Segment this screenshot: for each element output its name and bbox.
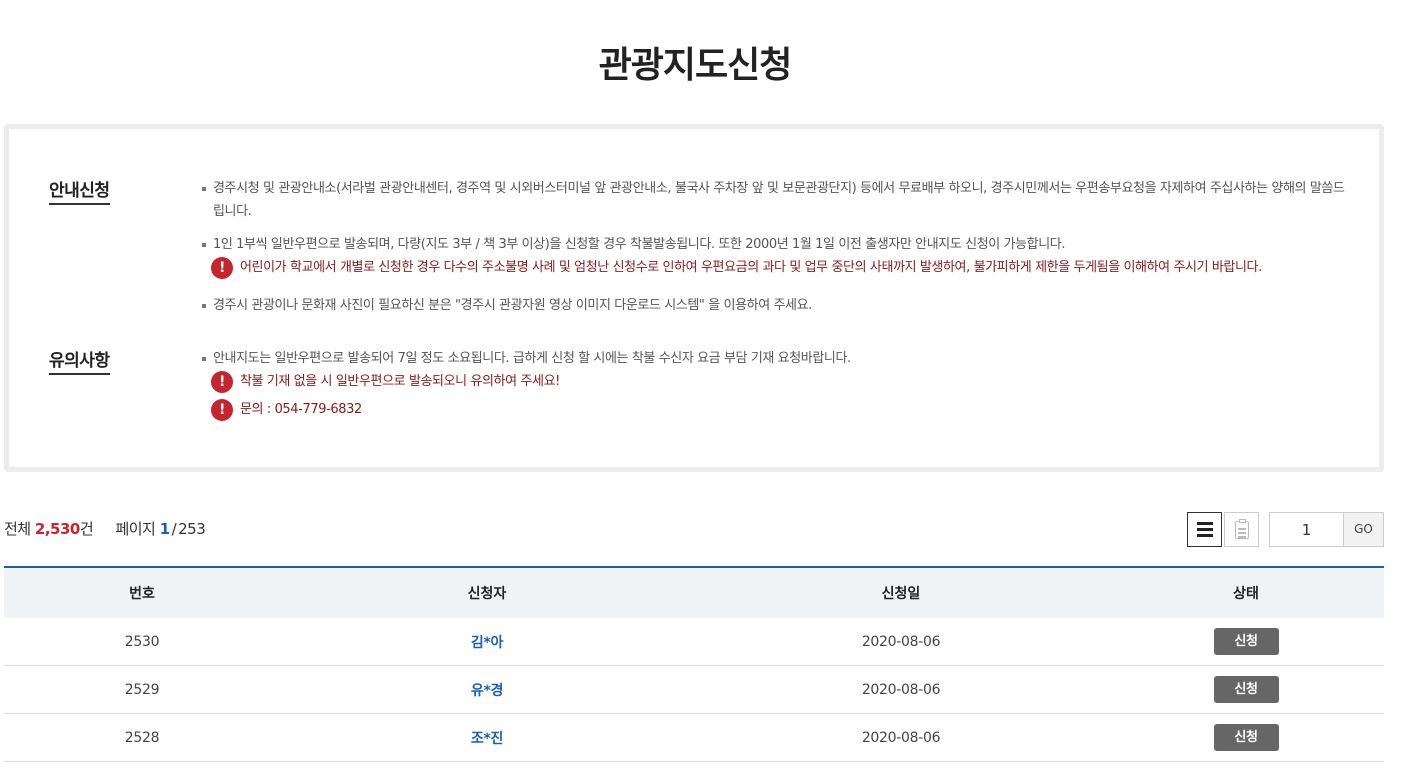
row-number: 2528 (124, 729, 160, 746)
col-header-status: 상태 (1233, 586, 1259, 602)
section-label-caution: 유의사항 (49, 346, 110, 375)
col-header-date: 신청일 (881, 586, 921, 602)
warning-text: 어린이가 학교에서 개별로 신청한 경우 다수의 주소불명 사례 및 엄청난 신… (240, 260, 1262, 275)
contact-text: 문의 : 054-779-6832 (240, 402, 362, 417)
contact-notice: ! 문의 : 054-779-6832 (211, 399, 362, 421)
page-label: 페이지 (115, 520, 156, 538)
list-summary: 전체 2,530건 페이지 1/253 (4, 520, 206, 538)
notice-bullet: 1인 1부씩 일반우편으로 발송되며, 다량(지도 3부 / 책 3부 이상)을… (199, 233, 1349, 256)
notice-bullet: 경주시청 및 관광안내소(서라벌 관광안내센터, 경주역 및 시외버스터미널 앞… (199, 177, 1349, 223)
row-number: 2530 (124, 633, 160, 650)
col-header-applicant: 신청자 (467, 586, 507, 602)
status-badge: 신청 (1213, 676, 1279, 703)
caution-bullet: 안내지도는 일반우편으로 발송되어 7일 정도 소요됩니다. 급하게 신청 할 … (199, 347, 1349, 370)
total-unit: 건 (79, 520, 94, 538)
board-view-icon[interactable] (1224, 512, 1259, 547)
go-button[interactable]: GO (1343, 512, 1384, 547)
warning-notice: ! 어린이가 학교에서 개별로 신청한 경우 다수의 주소불명 사례 및 엄청난… (211, 257, 1262, 279)
table-row: 2530 김*아 2020-08-06 신청 (4, 618, 1384, 666)
row-date: 2020-08-06 (861, 633, 941, 650)
notice-bullet: 경주시 관광이나 문화재 사진이 필요하신 분은 "경주시 관광자원 영상 이미… (199, 294, 1349, 317)
total-label: 전체 (4, 520, 31, 538)
alert-icon: ! (211, 371, 233, 393)
application-table: 번호 신청자 신청일 상태 2530 김*아 2020-08-06 신청 252… (4, 566, 1384, 762)
notice-box: 안내신청 경주시청 및 관광안내소(서라벌 관광안내센터, 경주역 및 시외버스… (4, 124, 1384, 472)
warning-notice: ! 착불 기재 없을 시 일반우편으로 발송되오니 유의하여 주세요! (211, 371, 560, 393)
table-row: 2529 유*경 2020-08-06 신청 (4, 666, 1384, 714)
row-date: 2020-08-06 (861, 681, 941, 698)
applicant-link[interactable]: 유*경 (471, 683, 503, 699)
total-pages: 253 (178, 520, 206, 538)
row-number: 2529 (124, 681, 160, 698)
table-row: 2528 조*진 2020-08-06 신청 (4, 714, 1384, 762)
alert-icon: ! (211, 257, 233, 279)
status-badge: 신청 (1213, 628, 1279, 655)
section-label-guide: 안내신청 (49, 176, 110, 205)
page-number-input[interactable] (1269, 512, 1344, 547)
warning-text: 착불 기재 없을 시 일반우편으로 발송되오니 유의하여 주세요! (240, 374, 560, 389)
applicant-link[interactable]: 김*아 (471, 635, 503, 651)
page-title: 관광지도신청 (598, 45, 793, 86)
col-header-number: 번호 (129, 586, 155, 602)
list-view-icon[interactable] (1187, 512, 1222, 547)
status-badge: 신청 (1213, 724, 1279, 751)
applicant-link[interactable]: 조*진 (471, 731, 503, 747)
row-date: 2020-08-06 (861, 729, 941, 746)
current-page: 1 (159, 520, 170, 538)
total-count: 2,530 (34, 520, 80, 538)
alert-icon: ! (211, 399, 233, 421)
table-header: 번호 신청자 신청일 상태 (4, 568, 1384, 618)
